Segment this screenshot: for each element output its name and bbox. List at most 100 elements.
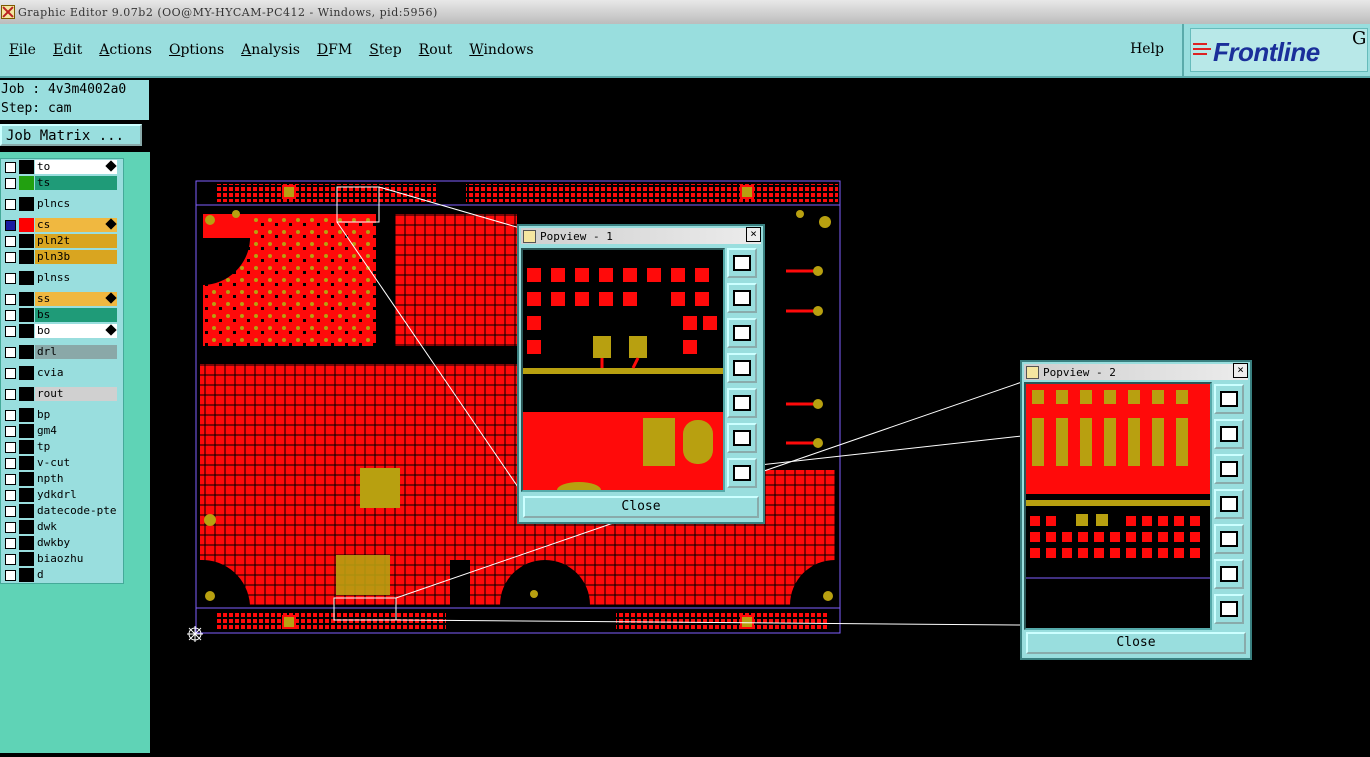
- layer-row-datecode-pte[interactable]: datecode-pte: [1, 503, 123, 519]
- popview-1-close-icon[interactable]: ×: [746, 227, 761, 242]
- layer-name[interactable]: plncs: [35, 197, 117, 211]
- menu-analysis[interactable]: Analysis: [241, 42, 300, 58]
- layer-color-swatch[interactable]: [19, 366, 34, 380]
- layer-checkbox[interactable]: [5, 294, 16, 305]
- layer-row-cvia[interactable]: cvia: [1, 365, 123, 381]
- zoom-out-icon[interactable]: [1214, 594, 1244, 624]
- layer-checkbox[interactable]: [5, 273, 16, 284]
- layer-row-biaozhu[interactable]: biaozhu: [1, 551, 123, 567]
- layer-color-swatch[interactable]: [19, 488, 34, 502]
- zoom-fit-icon[interactable]: [727, 248, 757, 278]
- layer-checkbox[interactable]: [5, 368, 16, 379]
- layer-row-ts[interactable]: ts: [1, 175, 123, 191]
- popview-2-window[interactable]: Popview - 2 × Close: [1020, 360, 1252, 660]
- layer-name[interactable]: bs: [35, 308, 117, 322]
- layer-checkbox[interactable]: [5, 162, 16, 173]
- pan-down-icon[interactable]: [1214, 454, 1244, 484]
- layer-color-swatch[interactable]: [19, 456, 34, 470]
- layer-name[interactable]: bo: [35, 324, 117, 338]
- layer-name[interactable]: ss: [35, 292, 117, 306]
- layer-color-swatch[interactable]: [19, 408, 34, 422]
- menu-file[interactable]: File: [9, 42, 36, 58]
- layer-checkbox[interactable]: [5, 458, 16, 469]
- layer-color-swatch[interactable]: [19, 176, 34, 190]
- popview-1-titlebar[interactable]: Popview - 1: [521, 228, 761, 244]
- layer-row-ss[interactable]: ss: [1, 291, 123, 307]
- layer-checkbox[interactable]: [5, 347, 16, 358]
- layer-row-to[interactable]: to: [1, 159, 123, 175]
- layer-row-rout[interactable]: rout: [1, 386, 123, 402]
- layer-checkbox[interactable]: [5, 178, 16, 189]
- layer-name[interactable]: dwk: [35, 520, 117, 534]
- pan-right-icon[interactable]: [727, 388, 757, 418]
- popview-2-view[interactable]: [1024, 382, 1212, 630]
- layer-name[interactable]: cs: [35, 218, 117, 232]
- popview-1-window[interactable]: Popview - 1 × Close: [517, 224, 765, 524]
- layer-row-plncs[interactable]: plncs: [1, 196, 123, 212]
- layer-name[interactable]: tp: [35, 440, 117, 454]
- layer-color-swatch[interactable]: [19, 250, 34, 264]
- popview-1-close-button[interactable]: Close: [523, 496, 759, 518]
- layer-color-swatch[interactable]: [19, 440, 34, 454]
- layer-color-swatch[interactable]: [19, 345, 34, 359]
- pan-up-icon[interactable]: [727, 283, 757, 313]
- layer-name[interactable]: bp: [35, 408, 117, 422]
- layer-name[interactable]: rout: [35, 387, 117, 401]
- layer-row-v-cut[interactable]: v-cut: [1, 455, 123, 471]
- menu-rout[interactable]: Rout: [419, 42, 453, 58]
- zoom-fit-icon[interactable]: [1214, 384, 1244, 414]
- pan-left-icon[interactable]: [727, 353, 757, 383]
- layer-row-bs[interactable]: bs: [1, 307, 123, 323]
- layer-row-bp[interactable]: bp: [1, 407, 123, 423]
- layer-color-swatch[interactable]: [19, 568, 34, 582]
- layer-row-pln2t[interactable]: pln2t: [1, 233, 123, 249]
- layer-color-swatch[interactable]: [19, 552, 34, 566]
- layer-color-swatch[interactable]: [19, 536, 34, 550]
- layer-name[interactable]: dwkby: [35, 536, 117, 550]
- layer-name[interactable]: cvia: [35, 366, 117, 380]
- popview-1-view[interactable]: [521, 248, 725, 492]
- pan-up-icon[interactable]: [1214, 419, 1244, 449]
- layer-color-swatch[interactable]: [19, 472, 34, 486]
- layer-name[interactable]: gm4: [35, 424, 117, 438]
- layer-name[interactable]: pln2t: [35, 234, 117, 248]
- pan-right-icon[interactable]: [1214, 524, 1244, 554]
- popview-2-titlebar[interactable]: Popview - 2: [1024, 364, 1248, 380]
- menu-options[interactable]: Options: [169, 42, 224, 58]
- layer-checkbox[interactable]: [5, 426, 16, 437]
- popview-2-close-button[interactable]: Close: [1026, 632, 1246, 654]
- layer-color-swatch[interactable]: [19, 160, 34, 174]
- layer-color-swatch[interactable]: [19, 234, 34, 248]
- menu-actions[interactable]: Actions: [99, 42, 152, 58]
- menu-dfm[interactable]: DFM: [317, 42, 352, 58]
- zoom-in-icon[interactable]: [1214, 559, 1244, 589]
- menu-help[interactable]: Help: [1130, 41, 1164, 57]
- layer-name[interactable]: ts: [35, 176, 117, 190]
- layer-row-npth[interactable]: npth: [1, 471, 123, 487]
- layer-checkbox[interactable]: [5, 490, 16, 501]
- layer-color-swatch[interactable]: [19, 271, 34, 285]
- layer-row-cs[interactable]: cs: [1, 217, 123, 233]
- layer-row-gm4[interactable]: gm4: [1, 423, 123, 439]
- menu-step[interactable]: Step: [369, 42, 401, 58]
- zoom-out-icon[interactable]: [727, 458, 757, 488]
- layer-row-pln3b[interactable]: pln3b: [1, 249, 123, 265]
- layer-checkbox[interactable]: [5, 570, 16, 581]
- layer-name[interactable]: npth: [35, 472, 117, 486]
- layer-row-plnss[interactable]: plnss: [1, 270, 123, 286]
- pan-left-icon[interactable]: [1214, 489, 1244, 519]
- layer-checkbox[interactable]: [5, 252, 16, 263]
- layer-checkbox[interactable]: [5, 199, 16, 210]
- layer-row-ydkdrl[interactable]: ydkdrl: [1, 487, 123, 503]
- layer-name[interactable]: v-cut: [35, 456, 117, 470]
- layer-color-swatch[interactable]: [19, 520, 34, 534]
- layer-color-swatch[interactable]: [19, 292, 34, 306]
- pan-down-icon[interactable]: [727, 318, 757, 348]
- layer-row-dwkby[interactable]: dwkby: [1, 535, 123, 551]
- menu-windows[interactable]: Windows: [469, 42, 533, 58]
- layer-checkbox[interactable]: [5, 410, 16, 421]
- layer-row-d[interactable]: d: [1, 567, 123, 583]
- layer-name[interactable]: d: [35, 568, 117, 582]
- layer-checkbox[interactable]: [5, 236, 16, 247]
- layer-checkbox[interactable]: [5, 538, 16, 549]
